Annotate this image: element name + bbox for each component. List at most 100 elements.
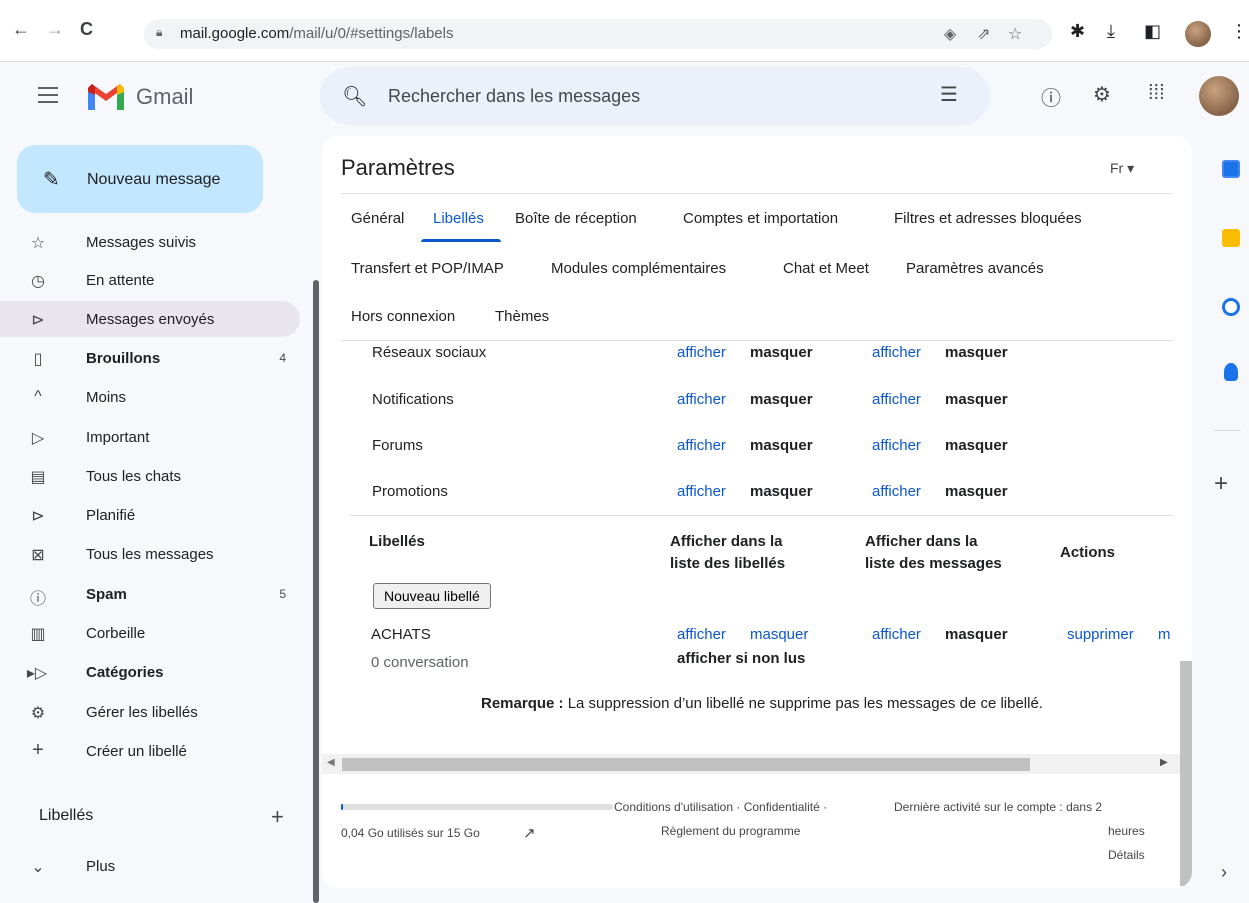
expand-panel-icon[interactable]: › [1221, 862, 1227, 883]
tab-filters[interactable]: Filtres et adresses bloquées [894, 210, 1082, 227]
sidebar-item-all-mail[interactable]: ⊠ Tous les messages [16, 536, 300, 572]
show-in-message-list-link[interactable]: afficher [872, 391, 921, 408]
tab-themes[interactable]: Thèmes [495, 308, 549, 325]
scrollbar-thumb[interactable] [342, 758, 1030, 771]
show-in-message-list-link[interactable]: afficher [872, 344, 921, 361]
details-link[interactable]: Détails [1108, 848, 1145, 862]
sidebar-item-label: Catégories [86, 664, 164, 681]
sidebar-item-trash[interactable]: ▥ Corbeille [16, 615, 300, 651]
vertical-scrollbar[interactable] [1180, 661, 1192, 886]
extensions-icon[interactable]: ✱ [1070, 21, 1085, 42]
horizontal-scrollbar[interactable]: ◀ ▶ [322, 754, 1180, 774]
search-input[interactable] [388, 81, 908, 111]
calendar-icon[interactable] [1222, 160, 1240, 178]
settings-gear-icon[interactable]: ⚙ [1093, 82, 1111, 107]
tab-general[interactable]: Général [351, 210, 404, 227]
terms-privacy-links[interactable]: Conditions d'utilisation · Confidentiali… [614, 800, 827, 814]
tab-inbox[interactable]: Boîte de réception [515, 210, 637, 227]
apps-grid-icon[interactable]: ⁞⁞⁞ [1148, 82, 1165, 105]
open-storage-icon[interactable]: ↗ [523, 824, 536, 842]
share-icon[interactable]: ⇗ [977, 24, 990, 44]
sidebar-item-label: Gérer les libellés [86, 704, 198, 721]
show-in-label-list-link[interactable]: afficher [677, 391, 726, 408]
sidebar-item-less[interactable]: ^ Moins [16, 379, 300, 415]
sidebar-item-manage-labels[interactable]: ⚙ Gérer les libellés [16, 694, 300, 730]
edit-label-link[interactable]: m [1158, 626, 1171, 643]
program-policies-link[interactable]: Règlement du programme [661, 824, 800, 838]
show-in-label-list-link[interactable]: afficher [677, 483, 726, 500]
sidebar-item-chats[interactable]: ▤ Tous les chats [16, 458, 300, 494]
sidebar-item-snoozed[interactable]: ◷ En attente [16, 262, 300, 298]
tab-offline[interactable]: Hors connexion [351, 308, 455, 325]
search-options-icon[interactable]: ☰ [940, 82, 958, 107]
scroll-left-icon[interactable]: ◀ [327, 757, 335, 768]
tab-advanced[interactable]: Paramètres avancés [906, 260, 1044, 277]
clock-icon: ◷ [31, 273, 45, 290]
sidebar-item-scheduled[interactable]: ⊳ Planifié [16, 497, 300, 533]
important-icon: ▷ [31, 430, 45, 447]
sidebar-item-sent[interactable]: ⊳ Messages envoyés [0, 301, 300, 337]
browser-menu-icon[interactable]: ⋮ [1230, 21, 1248, 42]
tab-addons[interactable]: Modules complémentaires [551, 260, 726, 277]
main-menu-icon[interactable] [38, 87, 58, 108]
bookmark-star-icon[interactable]: ☆ [1008, 24, 1022, 44]
sidebar-item-categories[interactable]: ▸▷ Catégories [16, 654, 300, 690]
account-avatar[interactable] [1199, 76, 1239, 116]
tasks-icon[interactable] [1222, 298, 1240, 316]
sidebar-scrollbar[interactable] [313, 280, 319, 903]
help-icon[interactable]: ⓘ [1041, 82, 1061, 111]
gmail-logo-icon[interactable] [86, 82, 126, 112]
compose-button[interactable]: ✎ Nouveau message [17, 145, 263, 213]
hide-in-message-list: masquer [945, 626, 1008, 643]
chevron-up-icon: ^ [34, 388, 42, 405]
delete-label-link[interactable]: supprimer [1067, 626, 1134, 643]
tab-chat-meet[interactable]: Chat et Meet [783, 260, 869, 277]
show-in-message-list-link[interactable]: afficher [872, 437, 921, 454]
tab-accounts[interactable]: Comptes et importation [683, 210, 838, 227]
category-name: Réseaux sociaux [372, 344, 487, 361]
show-in-message-list-link[interactable]: afficher [872, 626, 921, 643]
back-icon[interactable]: ← [12, 19, 30, 40]
lock-icon: 🔒︎ [156, 25, 163, 39]
contacts-icon[interactable] [1224, 363, 1238, 381]
sidebar-item-more[interactable]: ⌄ Plus [16, 848, 300, 884]
keep-icon[interactable] [1222, 229, 1240, 247]
sidebar-item-important[interactable]: ▷ Important [16, 419, 300, 455]
label-name[interactable]: ACHATS [371, 626, 431, 643]
storage-quota-fill [341, 804, 343, 810]
address-url: mail.google.com/mail/u/0/#settings/label… [180, 25, 454, 42]
get-addons-icon[interactable]: + [1214, 470, 1228, 498]
tab-forwarding[interactable]: Transfert et POP/IMAP [351, 260, 504, 277]
app-name: Gmail [136, 84, 194, 109]
sidebar-item-create-label[interactable]: + Créer un libellé [16, 733, 300, 769]
show-in-label-list-link[interactable]: afficher [677, 437, 726, 454]
hide-in-label-list-link[interactable]: masquer [750, 626, 808, 643]
reload-icon[interactable]: C [80, 19, 93, 40]
address-bar[interactable]: 🔒︎ mail.google.com/mail/u/0/#settings/la… [144, 19, 1052, 49]
hide-in-message-list: masquer [945, 391, 1008, 408]
storage-quota-bar [341, 804, 613, 810]
show-in-label-list-link[interactable]: afficher [677, 344, 726, 361]
star-icon: ☆ [30, 235, 46, 252]
sidebar-item-drafts[interactable]: ▯ Brouillons 4 [16, 340, 300, 376]
show-in-message-list-link[interactable]: afficher [872, 483, 921, 500]
scroll-right-icon[interactable]: ▶ [1160, 757, 1168, 768]
tab-labels[interactable]: Libellés [433, 210, 484, 227]
forward-icon[interactable]: → [46, 19, 64, 40]
new-label-button[interactable]: Nouveau libellé [373, 583, 491, 609]
add-label-icon[interactable]: + [271, 804, 284, 830]
browser-toolbar: ← → C 🔒︎ mail.google.com/mail/u/0/#setti… [0, 0, 1249, 62]
side-panel-icon[interactable]: ◧ [1144, 21, 1161, 42]
eye-icon[interactable]: ◈ [944, 24, 956, 44]
sidebar-item-spam[interactable]: ⓘ Spam 5 [16, 576, 300, 612]
input-tools-toggle[interactable]: Fr ▾ [1110, 160, 1134, 177]
all-mail-icon: ⊠ [31, 547, 45, 564]
draft-icon: ▯ [33, 351, 43, 368]
download-icon[interactable]: ⤓ [1107, 21, 1115, 42]
sidebar-item-starred[interactable]: ☆ Messages suivis [16, 224, 300, 260]
search-icon[interactable]: 🔍︎ [342, 84, 367, 109]
show-in-label-list-link[interactable]: afficher [677, 626, 726, 643]
unread-count: 4 [279, 351, 286, 365]
browser-profile-avatar[interactable] [1185, 21, 1211, 47]
search-bar[interactable]: 🔍︎ ☰ [320, 67, 990, 125]
